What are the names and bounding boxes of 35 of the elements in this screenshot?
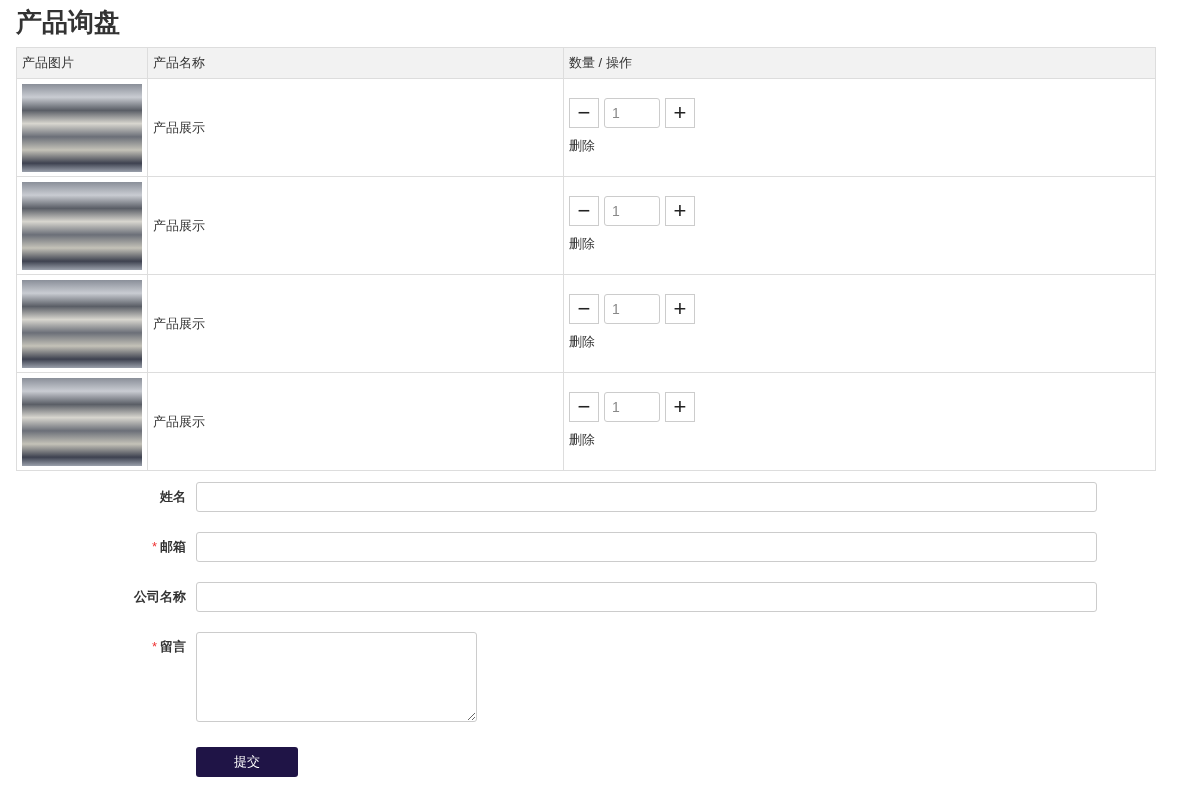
required-mark: * <box>151 638 157 657</box>
input-field[interactable] <box>196 582 1097 612</box>
field-label: 姓名 <box>160 488 186 507</box>
decrease-button[interactable]: − <box>569 98 599 128</box>
field-label: 邮箱 <box>160 538 186 557</box>
increase-button[interactable]: + <box>665 98 695 128</box>
required-mark: * <box>151 538 157 557</box>
delete-link[interactable]: 删除 <box>569 234 595 254</box>
column-header: 产品名称 <box>147 47 564 79</box>
product-name: 产品展示 <box>153 119 205 135</box>
field-label: 公司名称 <box>134 588 186 607</box>
delete-link[interactable]: 删除 <box>569 332 595 352</box>
decrease-button[interactable]: − <box>569 294 599 324</box>
input-field[interactable] <box>196 482 1097 512</box>
decrease-button[interactable]: − <box>569 392 599 422</box>
message-field[interactable] <box>196 632 477 722</box>
delete-link[interactable]: 删除 <box>569 136 595 156</box>
increase-button[interactable]: + <box>665 392 695 422</box>
page-title: 产品询盘 <box>16 6 121 39</box>
product-name: 产品展示 <box>153 217 205 233</box>
product-name: 产品展示 <box>153 315 205 331</box>
increase-button[interactable]: + <box>665 294 695 324</box>
column-header: 产品图片 <box>16 47 148 79</box>
quantity-field[interactable]: 1 <box>604 98 660 128</box>
quantity-field[interactable]: 1 <box>604 294 660 324</box>
input-field[interactable] <box>196 532 1097 562</box>
field-label: 留言 <box>160 638 186 657</box>
column-header: 数量 / 操作 <box>563 47 1156 79</box>
quantity-field[interactable]: 1 <box>604 392 660 422</box>
product-name: 产品展示 <box>153 413 205 429</box>
decrease-button[interactable]: − <box>569 196 599 226</box>
quantity-field[interactable]: 1 <box>604 196 660 226</box>
submit-button[interactable]: 提交 <box>196 747 298 777</box>
delete-link[interactable]: 删除 <box>569 430 595 450</box>
increase-button[interactable]: + <box>665 196 695 226</box>
